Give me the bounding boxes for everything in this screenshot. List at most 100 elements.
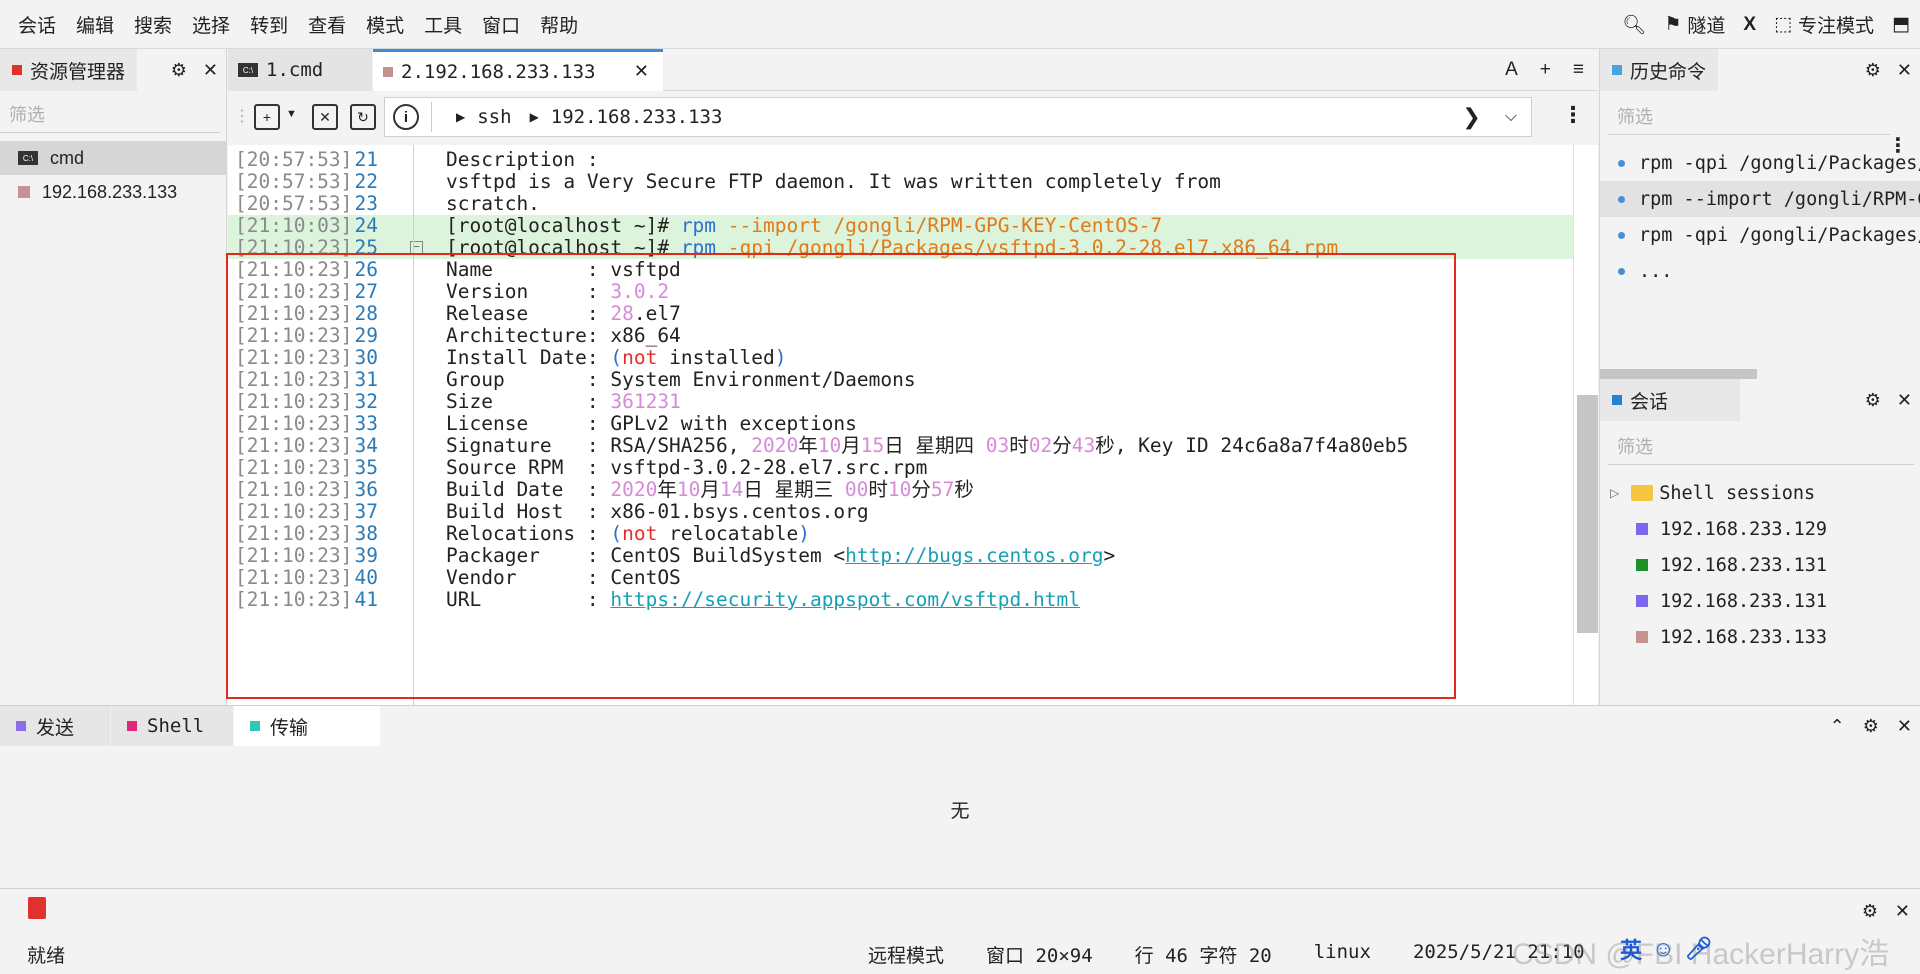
tab-ssh-session[interactable]: 2.192.168.233.133 ✕ — [373, 49, 663, 91]
tab-shell[interactable]: Shell — [111, 706, 233, 746]
session-item[interactable]: 192.168.233.131 — [1600, 583, 1920, 619]
new-session-button[interactable]: + — [254, 104, 280, 130]
terminal-link[interactable]: https://security.appspot.com/vsftpd.html — [610, 588, 1080, 611]
history-item[interactable]: rpm -qpi /gongli/Packages/v — [1600, 145, 1920, 181]
reconnect-button[interactable]: ↻ — [350, 104, 376, 130]
text-segment: Description : — [446, 148, 611, 171]
terminal-scrollbar[interactable] — [1573, 145, 1598, 705]
menu-item[interactable]: 会话 — [8, 11, 66, 38]
explorer-tab[interactable]: 资源管理器 — [0, 49, 138, 91]
history-item[interactable]: ... — [1600, 253, 1920, 289]
address-host[interactable]: 192.168.233.133 — [551, 106, 723, 128]
history-filter-input[interactable]: 筛选 — [1608, 97, 1890, 135]
ime-indicator[interactable]: 英 ☺ 🎤︎ — [1620, 933, 1712, 965]
new-tab-button[interactable]: + — [1540, 59, 1551, 81]
address-bar[interactable]: i ▶ ssh ▶ 192.168.233.133 ❯ ⌵ — [384, 97, 1532, 137]
menu-item[interactable]: 选择 — [182, 11, 240, 38]
tab-transfer[interactable]: 传输 — [234, 706, 380, 746]
chevron-down-icon[interactable]: ⌵ — [1505, 108, 1517, 126]
history-item[interactable]: rpm -qpi /gongli/Packages/v — [1600, 217, 1920, 253]
more-options-icon[interactable]: ⋮ — [1888, 133, 1908, 158]
close-icon[interactable]: ✕ — [634, 61, 649, 82]
ime-settings-icon[interactable]: ☺ — [1652, 936, 1674, 962]
history-list: rpm -qpi /gongli/Packages/v rpm --import … — [1600, 145, 1920, 289]
line-number: 37 — [354, 500, 378, 523]
status-mode[interactable]: 远程模式 — [868, 941, 944, 968]
menu-item[interactable]: 窗口 — [472, 11, 530, 38]
text-segment: 年 — [657, 478, 677, 501]
search-icon[interactable]: 🔍︎ — [1622, 13, 1646, 37]
tunnel-button[interactable]: ⚑ 隧道 — [1664, 11, 1725, 38]
caret-right-icon: ▶ — [456, 110, 466, 124]
text-segment: Build Date : — [446, 478, 611, 501]
menu-item[interactable]: 转到 — [240, 11, 298, 38]
font-button[interactable]: A — [1505, 59, 1518, 81]
collapse-icon[interactable]: ⌃ — [1830, 716, 1845, 737]
history-hscrollbar[interactable] — [1600, 369, 1920, 379]
explorer-header: 资源管理器 ⚙ ✕ — [0, 49, 226, 91]
close-icon[interactable]: ✕ — [1897, 390, 1912, 411]
empty-placeholder: 无 — [950, 801, 970, 822]
line-number: 33 — [354, 412, 378, 435]
tab-menu-button[interactable]: ≡ — [1573, 59, 1584, 81]
menu-item[interactable]: 编辑 — [66, 11, 124, 38]
drag-handle-icon[interactable]: ⋮ — [234, 106, 250, 126]
scrollbar-thumb[interactable] — [1577, 395, 1598, 633]
scrollbar-thumb[interactable] — [1600, 369, 1757, 379]
close-icon[interactable]: ✕ — [1897, 60, 1912, 81]
session-item[interactable]: 192.168.233.133 — [1600, 619, 1920, 655]
session-item[interactable]: 192.168.233.129 — [1600, 511, 1920, 547]
more-options-icon[interactable]: ⋮ — [1562, 102, 1584, 128]
close-icon[interactable]: ✕ — [1895, 901, 1910, 922]
history-item-label: rpm -qpi /gongli/Packages/v — [1639, 152, 1920, 174]
sessions-filter-input[interactable]: 筛选 — [1608, 427, 1914, 465]
explorer-item-session[interactable]: 192.168.233.133 — [0, 175, 226, 209]
terminal-line: [21:10:23] 25− [root@localhost ~]# rpm -qp… — [228, 237, 1573, 259]
close-icon[interactable]: ✕ — [203, 60, 218, 81]
gear-icon[interactable]: ⚙ — [1865, 390, 1881, 411]
close-icon[interactable]: ✕ — [1897, 716, 1912, 737]
menu-item[interactable]: 帮助 — [530, 11, 588, 38]
text-segment: 秒 — [954, 478, 974, 501]
explorer-item-label: cmd — [50, 147, 85, 168]
gear-icon[interactable]: ⚙ — [1865, 60, 1881, 81]
history-tab[interactable]: 历史命令 — [1600, 49, 1719, 91]
gear-icon[interactable]: ⚙ — [1863, 716, 1879, 737]
sessions-tab[interactable]: 会话 — [1600, 379, 1740, 421]
microphone-icon[interactable]: 🎤︎ — [1684, 936, 1712, 962]
chevron-down-icon[interactable]: ▼ — [286, 108, 297, 120]
statusbar: ⚙ ✕ 就绪 远程模式 窗口 20×94 行 46 字符 20 linux 20… — [0, 888, 1920, 974]
session-item-label: 192.168.233.129 — [1660, 518, 1828, 540]
text-segment: [root@localhost ~]# — [446, 236, 681, 259]
text-segment: 14 — [719, 478, 744, 501]
tab-cmd[interactable]: C:\ 1.cmd — [228, 49, 372, 91]
text-segment: 10 — [676, 478, 701, 501]
session-item[interactable]: 192.168.233.131 — [1600, 547, 1920, 583]
terminal-link[interactable]: http://bugs.centos.org — [845, 544, 1103, 567]
chevron-right-icon[interactable]: ▷ — [1610, 486, 1619, 500]
bullet-icon — [1618, 159, 1625, 167]
chevron-right-icon[interactable]: ❯ — [1462, 104, 1480, 130]
session-folder[interactable]: ▷ Shell sessions — [1600, 475, 1920, 511]
address-protocol[interactable]: ssh — [477, 106, 511, 128]
gear-icon[interactable]: ⚙ — [1862, 901, 1878, 922]
text-segment: Install Date: — [446, 346, 611, 369]
menu-item[interactable]: 查看 — [298, 11, 356, 38]
gear-icon[interactable]: ⚙ — [171, 60, 187, 81]
app-icon[interactable] — [28, 897, 46, 919]
tab-send[interactable]: 发送 — [0, 706, 110, 746]
menu-item[interactable]: 搜索 — [124, 11, 182, 38]
history-item[interactable]: rpm --import /gongli/RPM-GP — [1600, 181, 1920, 217]
explorer-item-cmd[interactable]: C:\ cmd — [0, 141, 226, 175]
terminal-view[interactable]: [20:57:53] 21 Description : [20:57:53] 22 vs… — [228, 145, 1598, 705]
disconnect-button[interactable]: ✕ — [312, 104, 338, 130]
info-icon[interactable]: i — [393, 104, 419, 130]
menu-item[interactable]: 工具 — [414, 11, 472, 38]
menu-item[interactable]: 模式 — [356, 11, 414, 38]
explorer-filter-input[interactable]: 筛选 — [0, 95, 220, 133]
focus-mode-button[interactable]: ⬚ 专注模式 — [1774, 11, 1874, 38]
fold-toggle-icon[interactable]: − — [410, 241, 423, 254]
layout-icon[interactable]: ⬒ — [1892, 13, 1910, 36]
text-segment: vsftpd is a Very Secure FTP daemon. It w… — [446, 170, 1221, 193]
x-button[interactable]: X — [1743, 14, 1756, 36]
